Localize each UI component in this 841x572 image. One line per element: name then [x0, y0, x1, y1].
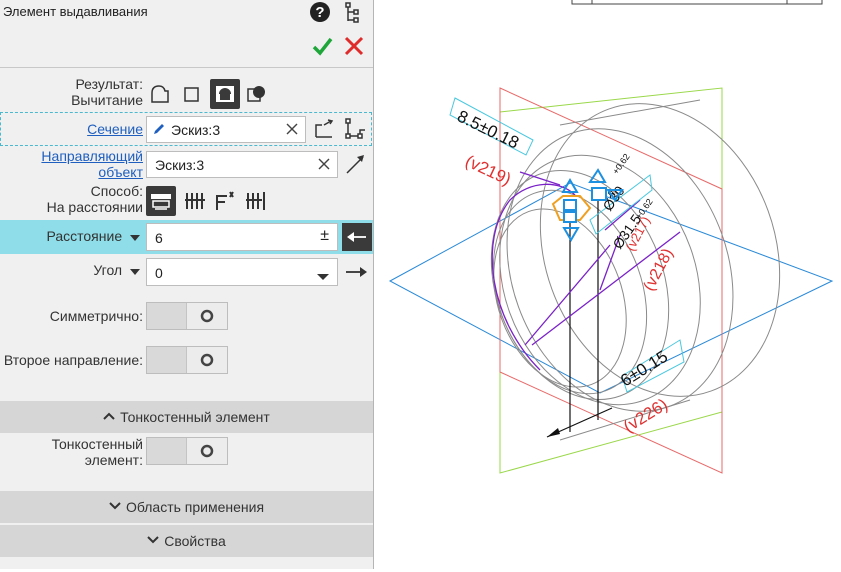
symmetric-label: Симметрично: — [49, 308, 143, 324]
header-divider — [0, 67, 373, 68]
guide-object-value: Эскиз:3 — [155, 157, 205, 173]
arrow-left-icon[interactable] — [342, 223, 372, 251]
result-intersect-button[interactable] — [243, 81, 269, 107]
select-sketch-button[interactable] — [311, 116, 337, 142]
toggle-knob — [186, 347, 227, 373]
dim-top-text: 8.5±0.18 — [454, 107, 522, 153]
guide-object-field[interactable]: Эскиз:3 — [146, 151, 338, 178]
thin-wall-section-header[interactable]: Тонкостенный элемент — [0, 401, 373, 433]
pencil-icon — [152, 122, 166, 139]
thin-element-toggle[interactable] — [146, 437, 228, 465]
section-value: Эскиз:3 — [171, 122, 221, 138]
panel-title: Элемент выдавливания — [3, 4, 148, 19]
dropdown-arrow-icon[interactable] — [130, 229, 140, 245]
toggle-knob — [186, 438, 227, 464]
result-new-body-button[interactable] — [178, 81, 204, 107]
angle-select[interactable]: 0 — [146, 258, 338, 286]
distance-input[interactable]: 6 ± — [146, 223, 338, 251]
chevron-down-icon — [109, 501, 121, 513]
result-union-button[interactable] — [147, 81, 173, 107]
angle-label[interactable]: Угол — [0, 262, 140, 279]
plus-minus-button[interactable]: ± — [320, 227, 329, 245]
result-subtract-button[interactable] — [210, 79, 240, 109]
second-direction-label: Второе направление: — [3, 352, 143, 368]
result-label: Результат: Вычитание — [0, 76, 143, 108]
properties-section-header[interactable]: Свойства — [0, 525, 373, 557]
check-icon[interactable] — [311, 35, 333, 57]
ref-218-text: (v218) — [641, 246, 677, 294]
direction-arrow-button[interactable] — [343, 151, 369, 177]
ref-226-text: (v226) — [620, 395, 671, 437]
guide-object-label[interactable]: Направляющий объект — [0, 148, 143, 180]
sketch-edit-button[interactable] — [343, 116, 369, 142]
dim-bottom-text: 6±0.15 — [617, 347, 671, 391]
distance-label[interactable]: Расстояние — [0, 228, 140, 245]
chevron-up-icon — [103, 411, 115, 423]
method-to-surface-button[interactable] — [243, 188, 269, 214]
thin-element-label: Тонкостенный элемент: — [51, 436, 143, 468]
second-direction-toggle[interactable] — [146, 346, 228, 374]
clear-icon[interactable] — [285, 122, 299, 139]
method-value: На расстоянии — [46, 199, 143, 215]
dropdown-arrow-icon[interactable] — [130, 263, 140, 279]
dropdown-arrow-icon[interactable] — [317, 268, 329, 284]
clear-icon[interactable] — [317, 157, 331, 174]
section-label[interactable]: Сечение — [0, 121, 143, 137]
method-distance-button[interactable] — [146, 186, 176, 216]
method-to-vertex-button[interactable] — [212, 188, 238, 214]
tree-icon[interactable] — [342, 1, 364, 23]
toggle-knob — [186, 303, 227, 329]
distance-value: 6 — [155, 230, 163, 246]
result-value: Вычитание — [71, 92, 143, 108]
svg-text:?: ? — [315, 4, 324, 21]
ref-219-text: (v219) — [462, 151, 514, 189]
help-icon[interactable]: ? — [309, 1, 331, 23]
properties-panel: Элемент выдавливания ? Результат: Вычита… — [0, 0, 374, 569]
model-viewport[interactable]: 8.5±0.18 (v219) 6±0.15 (v226) (v218) (v2… — [374, 0, 841, 569]
apply-area-section-header[interactable]: Область применения — [0, 491, 373, 523]
symmetric-toggle[interactable] — [146, 302, 228, 330]
close-icon[interactable] — [343, 35, 365, 57]
tol-large-upper-text: +0.62 — [633, 197, 654, 221]
angle-value: 0 — [155, 265, 163, 281]
chevron-down-icon — [147, 535, 159, 547]
method-through-all-button[interactable] — [182, 188, 208, 214]
section-field[interactable]: Эскиз:3 — [146, 116, 306, 143]
method-label: Способ: На расстоянии — [0, 183, 143, 215]
tol-small-upper-text: +0.62 — [610, 152, 631, 176]
arrow-right-icon[interactable] — [343, 259, 369, 285]
